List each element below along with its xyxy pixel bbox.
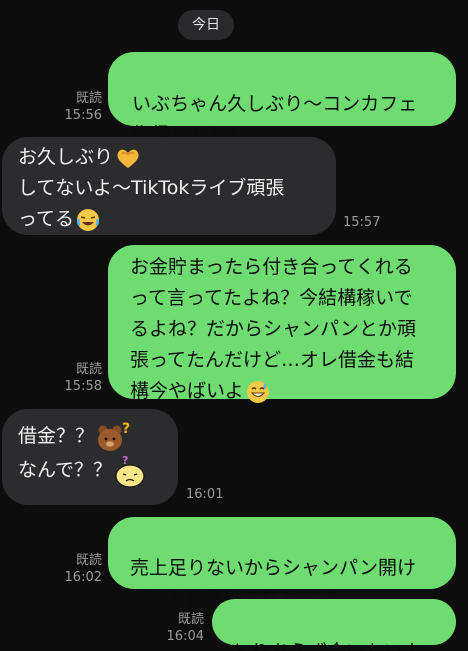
message-meta: 既読 16:04: [156, 611, 204, 645]
message-meta: 15:57: [343, 214, 393, 231]
message-meta: 既読 15:56: [54, 90, 102, 124]
message-time: 15:58: [64, 379, 102, 394]
read-receipt: 既読: [177, 612, 204, 627]
heart-hands-icon: [115, 147, 141, 169]
chat-view: 今日 既読 15:56 いぶちゃん久しぶり〜コンカフェ 復帰した？？ お久しぶり…: [0, 0, 468, 651]
message-bubble-outgoing[interactable]: いぶちゃん久しぶり〜コンカフェ 復帰した？？: [108, 52, 456, 146]
message-line: なんで？？ ?: [18, 453, 168, 488]
message-time: 16:02: [64, 570, 102, 585]
message-time: 16:01: [186, 487, 224, 502]
message-time: 16:04: [166, 629, 204, 644]
message-line: 張ってたんだけど…オレ借金も結: [130, 349, 415, 371]
date-divider: 今日: [178, 10, 234, 40]
crying-laughing-face-icon: [76, 208, 100, 232]
message-bubble-outgoing[interactable]: とりあえず会いたいよ: [212, 599, 456, 651]
message-line: お金貯まったら付き合ってくれる: [130, 256, 413, 278]
message-line: 借金？？ ?: [18, 419, 168, 453]
message-line: してないよ〜TikTokライブ頑張: [18, 177, 285, 199]
message-line: お久しぶり: [18, 142, 322, 173]
read-receipt: 既読: [75, 91, 102, 106]
read-receipt: 既読: [75, 553, 102, 568]
confused-bear-sticker-icon: ?: [96, 421, 132, 453]
message-bubble-incoming[interactable]: 借金？？ ? なんで？？ ?: [2, 409, 178, 505]
message-meta: 16:01: [186, 486, 236, 503]
message-meta: 既読 15:58: [54, 361, 102, 395]
message-line: 構今やばいよ: [130, 376, 442, 407]
read-receipt: 既読: [75, 362, 102, 377]
puzzled-face-sticker-icon: ?: [114, 454, 150, 488]
message-bubble-incoming[interactable]: お久しぶり してないよ〜TikTokライブ頑張 ってる: [2, 137, 336, 235]
grinning-sweat-face-icon: [246, 380, 270, 404]
message-text: とりあえず会いたいよ: [232, 641, 422, 651]
message-time: 15:57: [343, 215, 381, 230]
message-bubble-outgoing[interactable]: お金貯まったら付き合ってくれる って言ってたよね？今結構稼いで るよね？だからシ…: [108, 245, 456, 403]
message-line: るよね？だからシャンパンとか頑: [130, 318, 416, 340]
message-bubble-outgoing[interactable]: 売上足りないからシャンパン開け てってお願いされたから: [108, 517, 456, 610]
message-line: ってる: [18, 204, 322, 235]
message-meta: 既読 16:02: [54, 552, 102, 586]
message-line: って言ってたよね？今結構稼いで: [130, 287, 413, 309]
svg-text:?: ?: [122, 421, 130, 437]
message-time: 15:56: [64, 108, 102, 123]
